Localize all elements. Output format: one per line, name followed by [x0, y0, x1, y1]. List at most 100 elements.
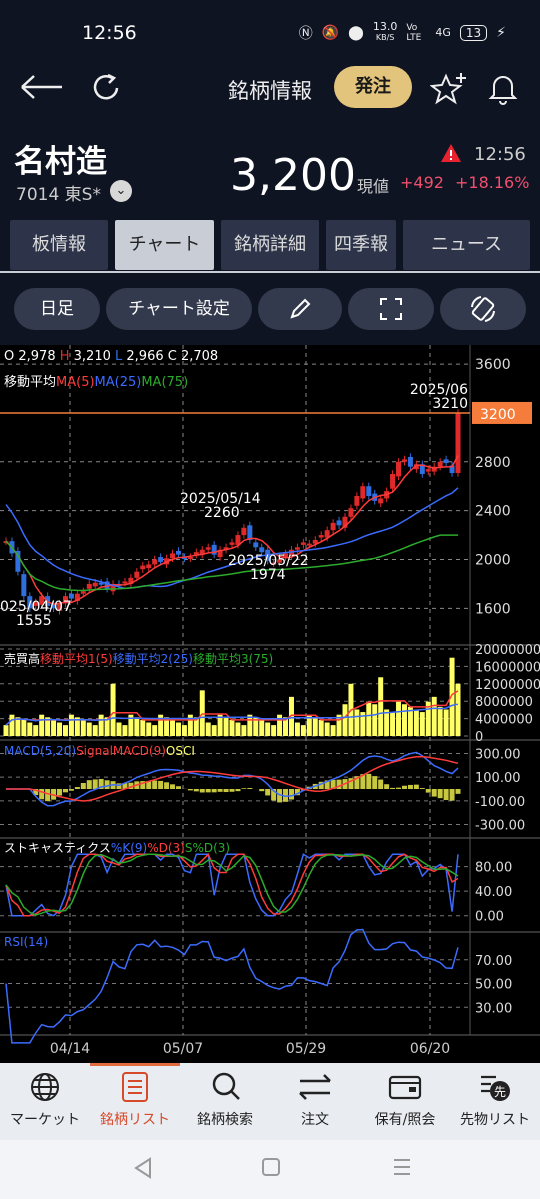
- tab-details[interactable]: 銘柄詳細: [221, 220, 319, 270]
- macd-histogram-bar: [413, 784, 419, 789]
- notification-button[interactable]: [486, 70, 520, 106]
- macd-histogram-bar: [247, 788, 253, 789]
- volume-bar: [396, 701, 402, 736]
- macd-histogram-bar: [372, 776, 378, 789]
- volume-bar: [342, 704, 348, 736]
- candle-body: [425, 469, 431, 472]
- volume-bar: [199, 690, 205, 736]
- nav-stock-list[interactable]: 銘柄リスト: [90, 1063, 180, 1140]
- macd-tick-label: -300.00: [475, 819, 525, 834]
- volume-legend-item: 移動平均3(75): [193, 652, 273, 666]
- home-square-icon[interactable]: [260, 1156, 282, 1178]
- volume-bar: [229, 719, 235, 736]
- back-button[interactable]: [18, 70, 64, 104]
- nav-market[interactable]: マーケット: [0, 1063, 90, 1140]
- chart-settings-button[interactable]: チャート設定: [106, 288, 252, 330]
- bottom-nav: マーケット 銘柄リスト 銘柄検索 注文 保有/照会 先 先物リスト: [0, 1063, 540, 1140]
- recents-icon[interactable]: [391, 1156, 413, 1178]
- candle-body: [158, 557, 164, 562]
- ohlc-part: 2,978: [18, 349, 59, 364]
- volume-bar: [140, 719, 146, 736]
- add-favorite-button[interactable]: [429, 70, 470, 106]
- volume-bar: [205, 722, 211, 736]
- ohlc-readout: O 2,978 H 3,210 L 2,966 C 2,708: [4, 349, 218, 364]
- candle-body: [360, 486, 366, 499]
- tab-quarterly-report[interactable]: 四季報: [326, 220, 396, 270]
- price-tick-label: 3600: [475, 357, 511, 373]
- volume-bar: [116, 722, 122, 736]
- volume-bar: [51, 719, 57, 736]
- candle-body: [146, 564, 152, 569]
- price-change-percent: +18.16%: [455, 173, 530, 192]
- page-title: 銘柄情報: [228, 79, 312, 103]
- annotation-start-value: 1555: [16, 613, 52, 629]
- macd-histogram-bar: [104, 780, 110, 789]
- volume-bar: [437, 706, 443, 736]
- price-label: 現値: [357, 177, 390, 196]
- candle-body: [437, 461, 443, 467]
- candle-body: [443, 459, 449, 464]
- nav-stock-search[interactable]: 銘柄検索: [180, 1063, 270, 1140]
- candle-body: [401, 459, 407, 462]
- macd-histogram-bar: [217, 789, 223, 792]
- refresh-button[interactable]: [88, 70, 124, 106]
- volume-bar: [401, 704, 407, 736]
- macd-histogram-bar: [235, 789, 241, 792]
- volume-bar: [122, 725, 128, 736]
- status-time: 12:56: [82, 22, 137, 44]
- nav-holdings[interactable]: 保有/照会: [360, 1063, 450, 1140]
- nav-futures-list[interactable]: 先 先物リスト: [450, 1063, 540, 1140]
- annotation-value: 2260: [204, 505, 240, 521]
- macd-histogram-bar: [80, 783, 86, 789]
- rsi-tick-label: 50.00: [475, 978, 512, 993]
- draw-button[interactable]: [258, 288, 342, 330]
- futures-list-icon: 先: [481, 1075, 510, 1101]
- tab-chart[interactable]: チャート: [115, 220, 214, 270]
- refresh-icon: [93, 73, 119, 100]
- candle-body: [80, 591, 86, 594]
- ohlc-part: 3,210: [74, 349, 115, 364]
- volume-bar: [241, 725, 247, 736]
- stock-chart[interactable]: 3600 2800 2400 2000 1600 3200 O 2,978 H 3,210 …: [0, 345, 540, 1063]
- volume-bar: [294, 722, 300, 736]
- market-select-chevron-icon[interactable]: ⌄: [110, 180, 132, 202]
- stoch-legend-item: %D(3): [147, 841, 185, 855]
- macd-histogram-bar: [390, 787, 396, 789]
- period-button[interactable]: 日足: [14, 288, 100, 330]
- volume-bar: [259, 719, 265, 736]
- order-button[interactable]: 発注: [334, 66, 412, 108]
- ma-legend-item: MA(75): [141, 375, 188, 390]
- macd-histogram-bar: [205, 789, 211, 793]
- volume-bar: [27, 722, 33, 736]
- macd-histogram-bar: [407, 784, 413, 789]
- volume-bar: [431, 696, 437, 736]
- star-plus-icon: [429, 73, 466, 105]
- nav-order[interactable]: 注文: [270, 1063, 360, 1140]
- rotate-button[interactable]: [440, 288, 526, 330]
- macd-histogram-bar: [62, 789, 68, 793]
- candle-body: [407, 456, 413, 467]
- macd-histogram-bar: [396, 787, 402, 789]
- tab-news[interactable]: ニュース: [403, 220, 530, 270]
- back-triangle-icon[interactable]: [132, 1156, 154, 1180]
- wallet-icon: [388, 1075, 422, 1100]
- macd-histogram-bar: [288, 789, 294, 800]
- macd-histogram-bar: [229, 789, 235, 792]
- macd-histogram-bar: [199, 789, 205, 793]
- rsi-tick-label: 70.00: [475, 954, 512, 969]
- tab-order-book[interactable]: 板情報: [10, 220, 108, 270]
- candle-body: [318, 535, 324, 538]
- price-time: 12:56: [474, 144, 526, 165]
- volume-bar: [277, 714, 283, 736]
- stoch-legend-item: %K(9): [111, 841, 147, 855]
- macd-histogram-bar: [158, 780, 164, 789]
- fullscreen-button[interactable]: [348, 288, 434, 330]
- stoch-tick-label: 80.00: [475, 861, 512, 876]
- macd-histogram-bar: [193, 789, 199, 792]
- current-price-tag-label: 3200: [480, 407, 516, 423]
- x-tick-label: 05/29: [286, 1041, 326, 1057]
- macd-histogram-bar: [437, 789, 443, 799]
- macd-legend: MACD(5,20)SignalMACD(9)OSCI: [4, 744, 195, 758]
- macd-histogram-bar: [259, 789, 265, 792]
- candle-body: [253, 542, 259, 548]
